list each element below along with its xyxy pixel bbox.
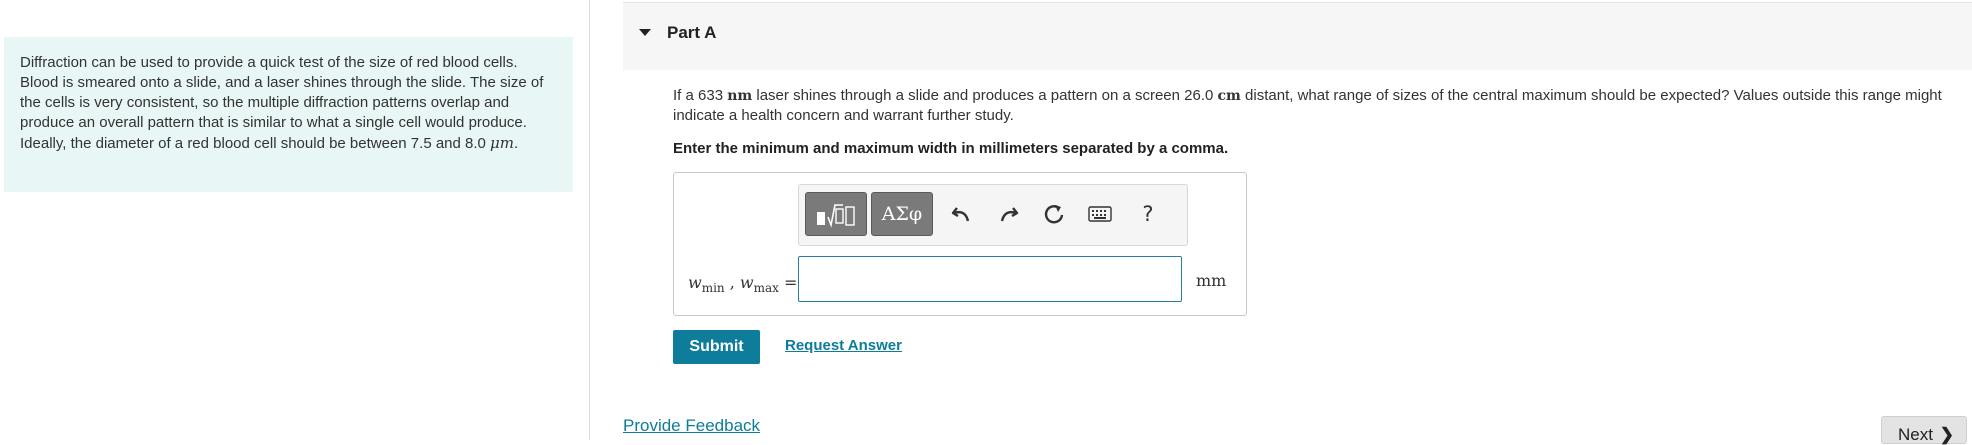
var-w-min: w — [688, 273, 702, 292]
left-pane: Diffraction can be used to provide a qui… — [0, 0, 590, 440]
problem-intro: Diffraction can be used to provide a qui… — [4, 37, 573, 192]
math-toolbar: ΑΣφ ? — [798, 184, 1188, 246]
intro-end: . — [514, 135, 519, 152]
intro-unit: μm — [490, 134, 515, 152]
question-unit-nm: nm — [727, 88, 753, 104]
part-title: Part A — [667, 23, 717, 42]
answer-unit: mm — [1196, 271, 1227, 290]
question-unit-cm: cm — [1217, 88, 1241, 104]
reset-icon[interactable] — [1039, 199, 1069, 229]
next-label: Next — [1898, 425, 1933, 444]
keyboard-icon[interactable] — [1085, 199, 1115, 229]
greek-symbols-button[interactable]: ΑΣφ — [871, 192, 933, 236]
undo-icon[interactable] — [947, 199, 977, 229]
answer-variable-label: wmin , wmax = — [688, 273, 797, 295]
question-pre: If a 633 — [673, 87, 728, 104]
intro-text: Diffraction can be used to provide a qui… — [20, 54, 544, 152]
question-text: If a 633 nm laser shines through a slide… — [673, 86, 1963, 126]
var-w-max: w — [739, 273, 754, 292]
answer-input[interactable] — [798, 256, 1182, 302]
sub-min: min — [701, 281, 725, 296]
collapse-caret-icon[interactable] — [639, 29, 651, 36]
chevron-right-icon: ❯ — [1939, 425, 1954, 444]
request-answer-link[interactable]: Request Answer — [785, 337, 902, 354]
submit-button[interactable]: Submit — [673, 330, 760, 364]
var-separator: , — [724, 273, 740, 292]
instruction-text: Enter the minimum and maximum width in m… — [673, 140, 1229, 157]
templates-button[interactable] — [805, 192, 867, 236]
redo-icon[interactable] — [993, 199, 1023, 229]
help-button[interactable]: ? — [1133, 199, 1163, 229]
equals-sign: = — [778, 273, 798, 292]
provide-feedback-link[interactable]: Provide Feedback — [623, 416, 760, 436]
part-a-header[interactable]: Part A — [623, 2, 1972, 70]
question-mid: laser shines through a slide and produce… — [752, 87, 1218, 104]
templates-icon — [817, 204, 855, 228]
answer-box: ΑΣφ ? wmin , wmax = mm — [673, 172, 1247, 316]
sub-max: max — [753, 281, 779, 296]
right-pane: Part A If a 633 nm laser shines through … — [591, 0, 1972, 444]
